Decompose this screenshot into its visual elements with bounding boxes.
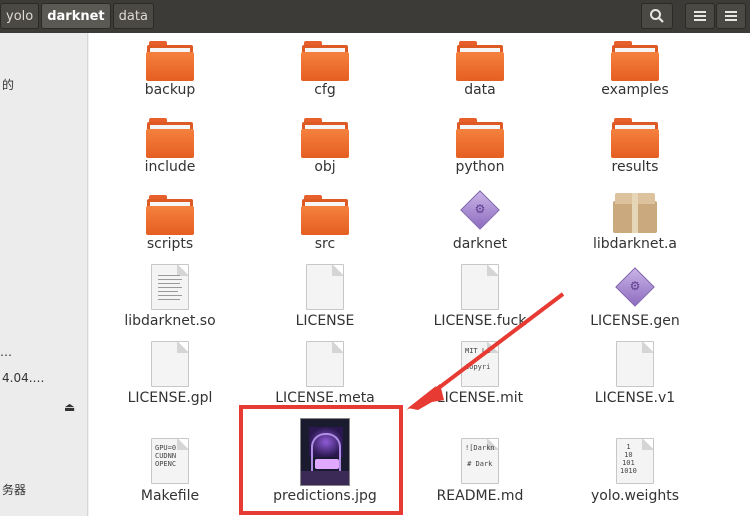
annotation-arrow bbox=[406, 292, 565, 410]
